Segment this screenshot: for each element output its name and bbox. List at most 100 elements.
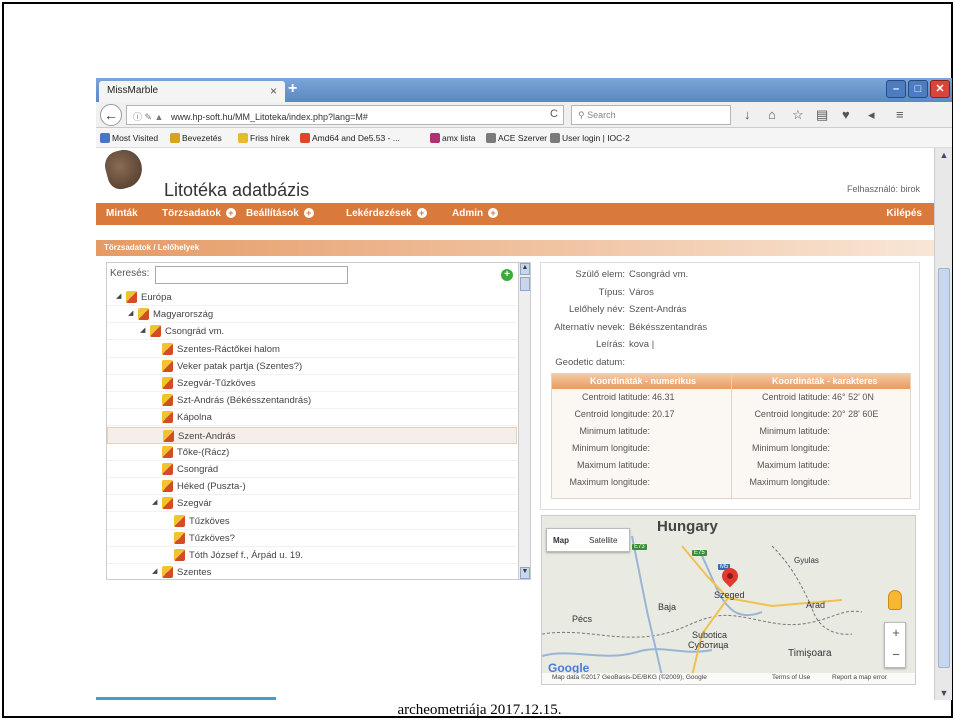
scroll-up-icon[interactable]: ▲ [520, 263, 530, 275]
coordinate-row: Maximum latitude: [732, 460, 912, 475]
expand-arrow-icon[interactable]: ◢ [116, 292, 121, 300]
tree-node-label: Héked (Puszta-) [177, 481, 246, 493]
search-placeholder: Search [587, 110, 616, 120]
tree-node[interactable]: Tőke-(Rácz) [107, 444, 517, 461]
menu-item-torzsadatok[interactable]: Törzsadatok + [162, 208, 236, 219]
bookmark-0[interactable]: Most Visited [100, 133, 158, 143]
detail-field-key: Lelőhely név: [569, 304, 625, 315]
reload-icon[interactable]: C [550, 108, 558, 120]
bookmark-2[interactable]: Friss hírek [238, 133, 290, 143]
detail-field-key: Alternatív nevek: [554, 321, 625, 333]
info-icon[interactable]: ⓘ ✎ ▲ [133, 112, 168, 122]
tree-node[interactable]: Tűzköves [107, 513, 517, 530]
expand-arrow-icon[interactable]: ◢ [128, 309, 133, 317]
report-map-error-link[interactable]: Report a map error [832, 674, 887, 681]
detail-field-value: Város [629, 286, 654, 298]
expand-icon: + [488, 208, 499, 218]
send-icon[interactable]: ◂ [868, 107, 875, 123]
logout-button[interactable]: Kilépés [886, 208, 922, 219]
home-icon[interactable]: ⌂ [768, 107, 776, 122]
coordinate-key: Centroid longitude: [754, 409, 830, 419]
bookmark-star-icon[interactable]: ☆ [792, 107, 804, 123]
tree-node[interactable]: Tóth József f., Árpád u. 19. [107, 547, 517, 564]
tree-node[interactable]: ◢ Csongrád vm. [107, 323, 517, 341]
menu-item-lekerdezesek[interactable]: Lekérdezések + [346, 208, 427, 219]
bookmark-favicon-icon [430, 133, 440, 143]
map-city-label: Baja [658, 602, 677, 612]
tree-node[interactable]: Kápolna [107, 409, 517, 427]
bookmark-4[interactable]: amx lista [430, 133, 476, 143]
tree-scrollbar-thumb[interactable] [520, 277, 530, 291]
bookmark-label: Most Visited [112, 133, 159, 143]
slide-caption: archeometriája 2017.12.15. [397, 702, 562, 718]
tree-node[interactable]: Csongrád [107, 461, 517, 478]
tree-node[interactable]: ◢ Európa [107, 289, 517, 306]
new-tab-button[interactable]: + [288, 80, 297, 98]
minimize-icon[interactable]: – [886, 80, 906, 98]
tree-node[interactable]: Szt-András (Békésszentandrás) [107, 392, 517, 410]
location-icon [162, 342, 173, 355]
add-icon[interactable]: + [501, 269, 513, 281]
scroll-down-icon[interactable]: ▼ [520, 567, 530, 579]
pocket-icon[interactable]: ♥ [842, 107, 850, 122]
hamburger-menu-icon[interactable]: ≡ [896, 107, 904, 122]
bookmark-label: User login | IOC-2 [562, 133, 630, 143]
browser-search-input[interactable]: ⚲ Search [571, 105, 731, 125]
menu-label: Admin [452, 208, 484, 219]
zoom-out-button[interactable]: − [885, 647, 907, 662]
scroll-down-icon[interactable]: ▼ [938, 688, 950, 698]
download-icon[interactable]: ↓ [744, 107, 751, 122]
location-map[interactable]: Hungary Map Satellite E73 E75 M5 Szeged … [541, 515, 916, 685]
tree-node-label: Tóth József f., Árpád u. 19. [189, 550, 304, 561]
page-title: Litotéka adatbázis [164, 180, 310, 200]
menu-item-admin[interactable]: Admin + [452, 208, 499, 219]
tab-close-icon[interactable]: × [270, 84, 277, 98]
browser-tab[interactable]: MissMarble × [99, 81, 285, 102]
close-window-icon[interactable]: ✕ [930, 80, 950, 98]
map-type-satellite-button[interactable]: Satellite [589, 536, 617, 545]
tree-node[interactable]: Szent-András [107, 426, 517, 444]
library-icon[interactable]: ▤ [816, 107, 828, 123]
tree-search-input[interactable] [155, 266, 348, 284]
bookmark-label: Bevezetés [182, 133, 222, 143]
url-bar[interactable]: ⓘ ✎ ▲ www.hp-soft.hu/MM_Litoteka/index.p… [126, 105, 564, 125]
tree-node[interactable]: Veker patak partja (Szentes?) [107, 358, 517, 375]
back-arrow-icon[interactable]: ← [100, 104, 122, 126]
main-menu: Minták Törzsadatok + Beállítások + Lekérde… [96, 203, 934, 225]
tree-node[interactable]: ◢ Szentes [107, 564, 517, 579]
tree-node[interactable]: ◢ Szegvár [107, 495, 517, 513]
location-icon [162, 566, 173, 579]
expand-arrow-icon[interactable]: ◢ [152, 567, 157, 575]
tree-node[interactable]: Tűzköves? [107, 530, 517, 547]
detail-field-key: Leírás: [595, 339, 625, 350]
tree-scrollbar[interactable]: ▲ ▼ [518, 263, 530, 579]
tree-node-label: Tűzköves? [189, 532, 235, 544]
location-icon [162, 480, 173, 493]
map-type-toggle: Map Satellite [546, 528, 630, 552]
expand-arrow-icon[interactable]: ◢ [140, 326, 145, 334]
maximize-icon[interactable]: □ [908, 80, 928, 98]
map-city-label: Szeged [714, 590, 745, 600]
street-view-icon[interactable] [888, 590, 902, 610]
tree-node[interactable]: Szentes-Ráctőkei halom [107, 341, 517, 358]
road-label: E73 [632, 544, 647, 550]
scroll-up-icon[interactable]: ▲ [938, 150, 950, 160]
bookmark-3[interactable]: Amd64 and De5.53 - ... [300, 133, 400, 143]
tree-node[interactable]: Héked (Puszta-) [107, 478, 517, 496]
bookmark-1[interactable]: Bevezetés [170, 133, 222, 143]
tree-node[interactable]: ◢ Magyarország [107, 306, 517, 324]
page-scrollbar[interactable]: ▲ ▼ [934, 148, 952, 700]
page-scrollbar-thumb[interactable] [938, 268, 950, 668]
tree-node-label: Szegvár-Tűzköves [177, 378, 256, 389]
bookmark-5[interactable]: ACE Szerver [486, 133, 547, 143]
bookmark-6[interactable]: User login | IOC-2 [550, 133, 630, 143]
menu-item-beallitasok[interactable]: Beállítások + [246, 208, 314, 219]
map-type-map-button[interactable]: Map [553, 536, 569, 545]
zoom-in-button[interactable]: + [885, 625, 907, 640]
tree-node[interactable]: Szegvár-Tűzköves [107, 375, 517, 392]
menu-item-mintak[interactable]: Minták [106, 208, 138, 219]
terms-link[interactable]: Terms of Use [772, 674, 810, 681]
location-icon [174, 549, 185, 561]
detail-field: Lelőhely név: Szent-András [541, 304, 687, 318]
expand-arrow-icon[interactable]: ◢ [152, 498, 157, 506]
